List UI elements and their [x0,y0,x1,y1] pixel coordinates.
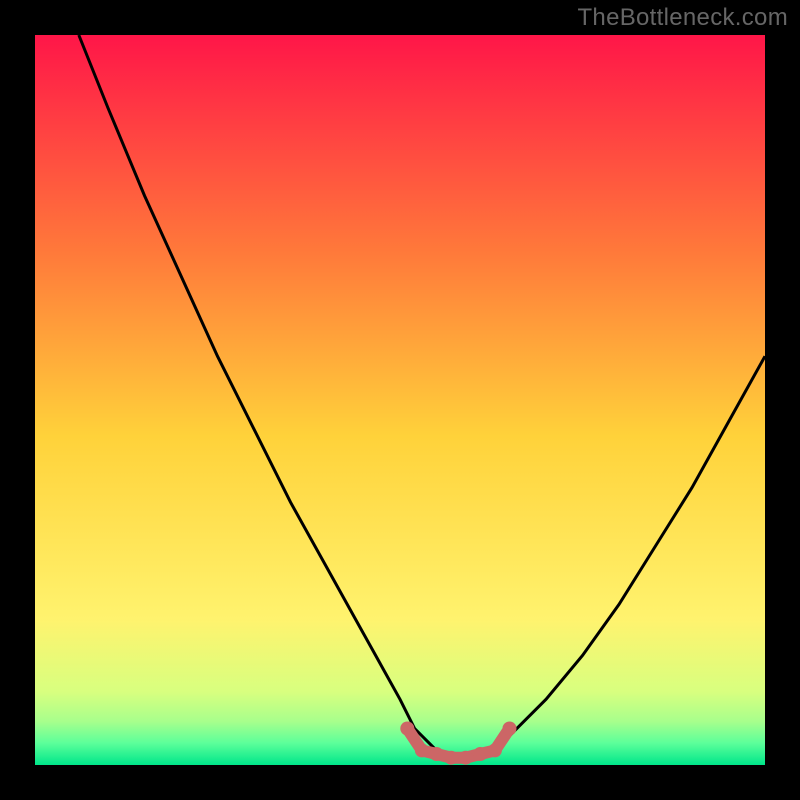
optimal-dot [400,722,414,736]
optimal-dot [488,743,502,757]
plot-area [35,35,765,765]
watermark-text: TheBottleneck.com [577,4,788,32]
chart-svg [0,0,800,800]
optimal-dot [444,751,458,765]
optimal-dot [430,747,444,761]
chart-frame: TheBottleneck.com [0,0,800,800]
optimal-dot [459,751,473,765]
optimal-dot [473,747,487,761]
optimal-dot [503,722,517,736]
optimal-dot [415,743,429,757]
